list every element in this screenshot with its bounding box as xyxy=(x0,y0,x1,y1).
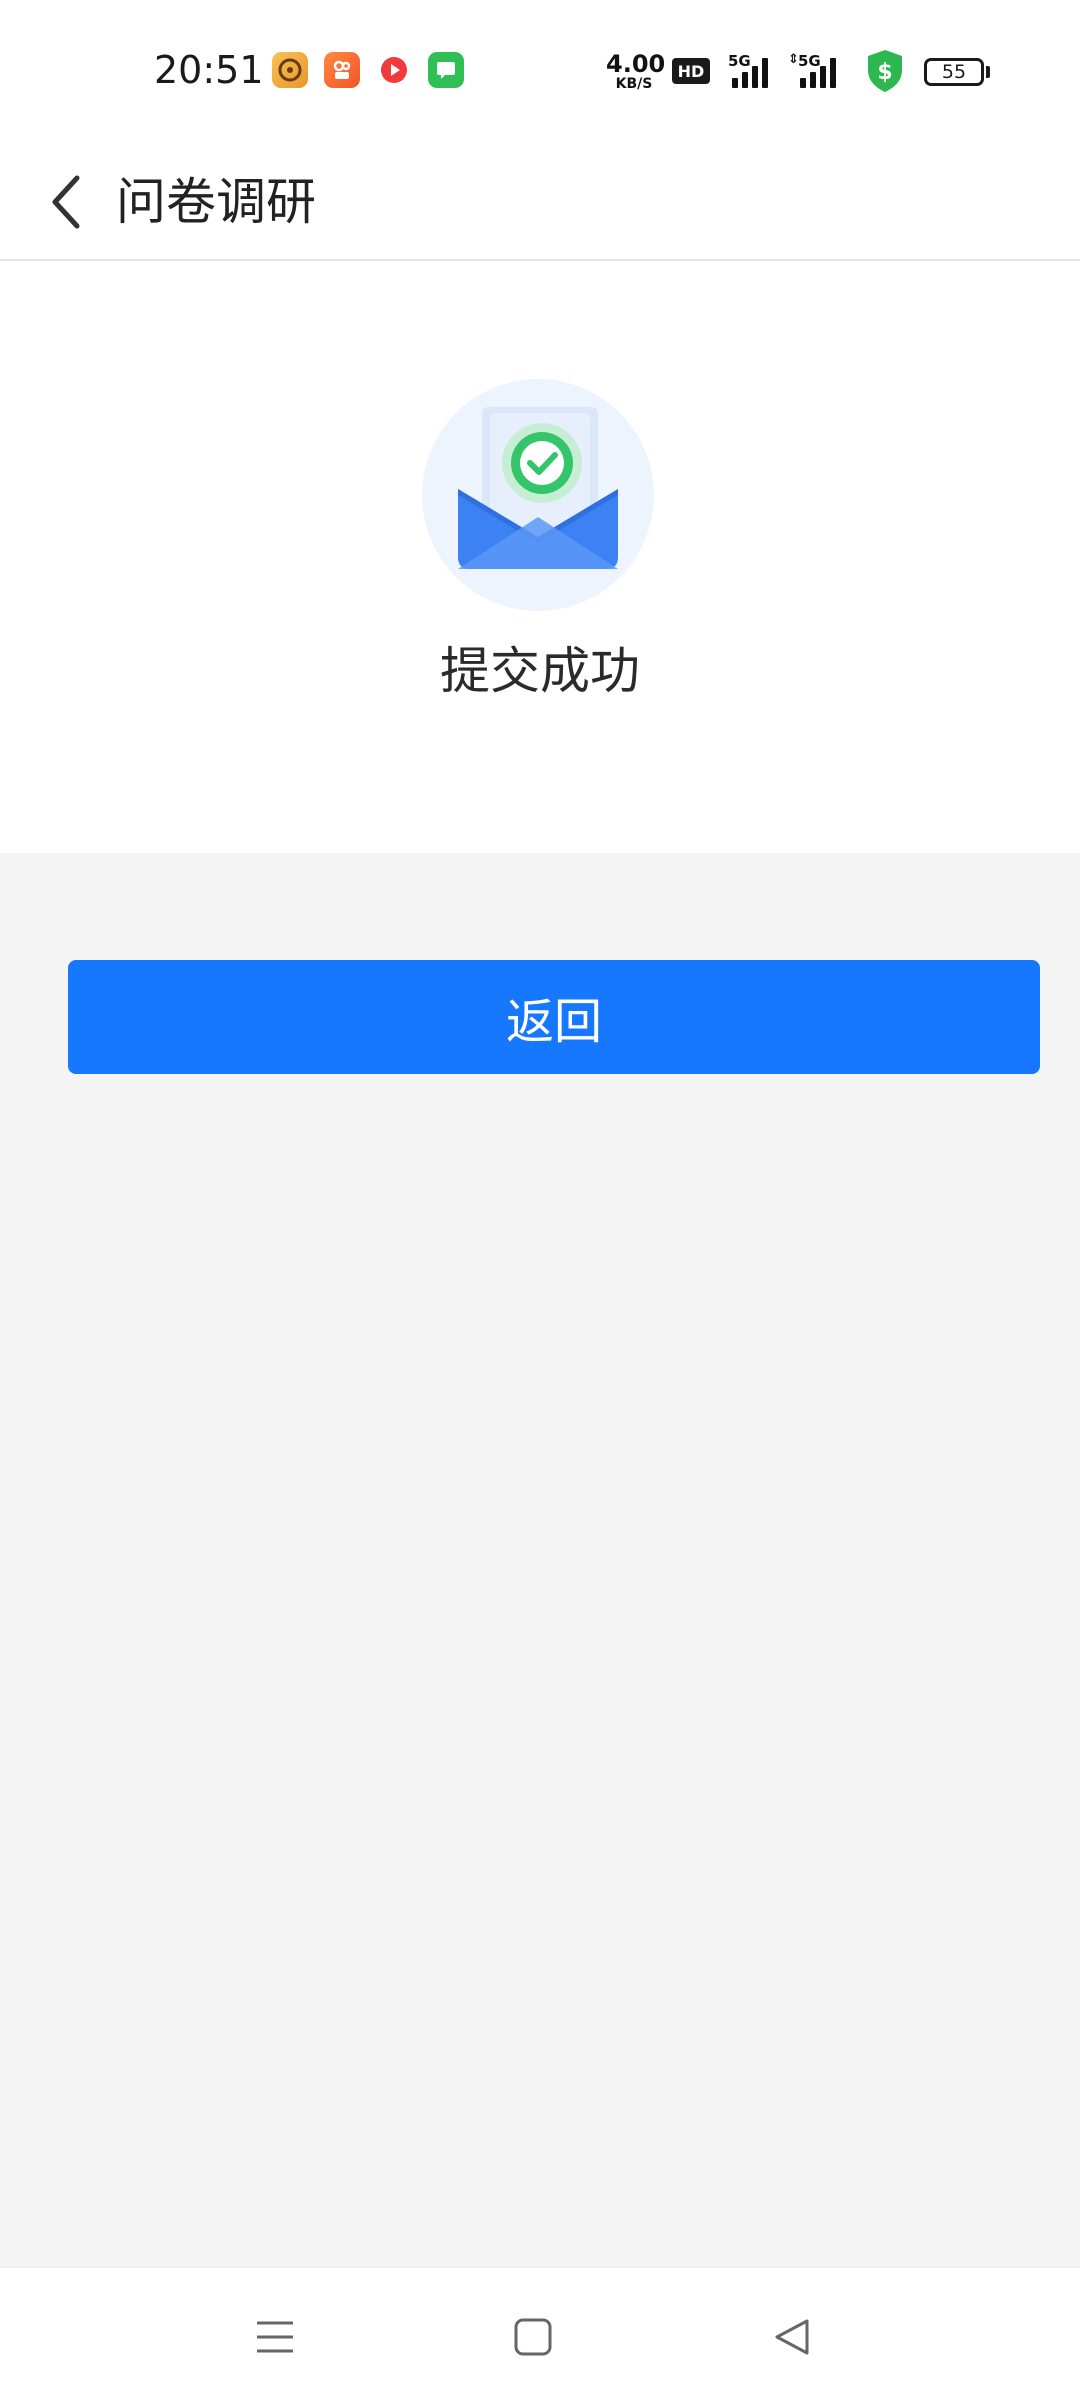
return-button[interactable]: 返回 xyxy=(68,960,1040,1074)
system-navigation-bar xyxy=(0,2267,1080,2401)
home-button[interactable] xyxy=(488,2292,578,2382)
hd-badge: HD xyxy=(672,58,710,84)
status-time: 20:51 xyxy=(154,48,264,92)
chevron-left-icon xyxy=(52,175,80,229)
battery-level: 55 xyxy=(941,61,967,83)
menu-icon xyxy=(257,2321,293,2353)
svg-text:$: $ xyxy=(877,60,892,85)
menu-button[interactable] xyxy=(230,2292,320,2382)
message-app-icon xyxy=(428,52,464,88)
envelope-check-icon xyxy=(418,377,658,617)
result-message: 提交成功 xyxy=(440,642,640,700)
signal-2-label: 5G xyxy=(798,52,821,70)
home-icon xyxy=(514,2318,552,2356)
network-speed-unit: KB/S xyxy=(615,76,653,92)
signal-1-label: 5G xyxy=(728,52,751,70)
network-speed: 4.00 KB/S xyxy=(606,50,666,92)
battery-icon: 55 xyxy=(924,58,984,86)
system-back-button[interactable] xyxy=(746,2292,836,2382)
page-title: 问卷调研 xyxy=(116,173,316,231)
network-speed-value: 4.00 xyxy=(606,50,666,78)
signal-2-icon: 5G ⇕ xyxy=(788,52,844,88)
music-app-icon xyxy=(272,52,308,88)
back-button[interactable] xyxy=(22,145,112,259)
back-triangle-icon xyxy=(775,2319,809,2355)
kuaishou-app-icon xyxy=(324,52,360,88)
navigation-bar: 问卷调研 xyxy=(0,145,1080,261)
security-shield-icon: $ xyxy=(864,48,906,94)
video-app-icon xyxy=(376,52,412,88)
battery-tip xyxy=(986,66,990,78)
signal-1-icon: 5G xyxy=(728,52,784,88)
status-bar: 20:51 4.00 KB/S HD 5G 5G ⇕ $ 55 xyxy=(0,0,1080,145)
result-panel: 提交成功 xyxy=(0,261,1080,853)
